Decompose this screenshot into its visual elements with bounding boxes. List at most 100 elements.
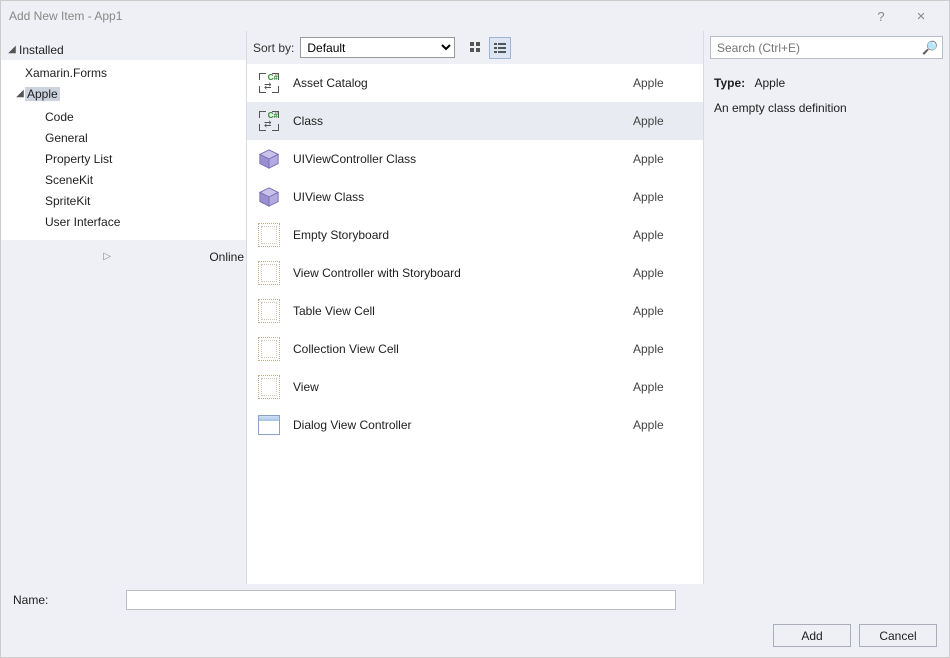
name-row: Name: <box>11 590 939 610</box>
csharp-file-icon: C#⇄ <box>257 71 281 95</box>
view-mode-buttons <box>465 37 511 59</box>
template-row[interactable]: Empty StoryboardApple <box>247 216 703 254</box>
view-list-button[interactable] <box>489 37 511 59</box>
close-button[interactable]: × <box>901 8 941 25</box>
template-name: UIViewController Class <box>285 152 633 166</box>
name-input[interactable] <box>126 590 676 610</box>
tree-node-xamarin-forms[interactable]: Xamarin.Forms <box>1 62 246 83</box>
template-row[interactable]: C#⇄Asset CatalogApple <box>247 64 703 102</box>
details-panel: 🔍 Type: Apple An empty class definition <box>704 31 949 584</box>
type-label: Type: <box>714 76 745 90</box>
tree-label: User Interface <box>43 215 122 229</box>
storyboard-icon <box>258 299 280 323</box>
tree-installed-children: Xamarin.Forms ◢ Apple Code General Prope… <box>1 60 246 240</box>
search-box[interactable]: 🔍 <box>710 36 943 59</box>
template-row[interactable]: View Controller with StoryboardApple <box>247 254 703 292</box>
template-row[interactable]: C#⇄ClassApple <box>247 102 703 140</box>
template-icon <box>253 335 285 363</box>
template-icon <box>253 221 285 249</box>
tree-label: Apple <box>25 87 60 101</box>
storyboard-icon <box>258 375 280 399</box>
template-category: Apple <box>633 190 693 204</box>
type-value: Apple <box>754 76 785 90</box>
template-name: View <box>285 380 633 394</box>
template-category: Apple <box>633 228 693 242</box>
template-category: Apple <box>633 152 693 166</box>
template-name: View Controller with Storyboard <box>285 266 633 280</box>
list-icon <box>493 41 507 55</box>
grid-icon <box>469 41 483 55</box>
template-category: Apple <box>633 418 693 432</box>
template-icon <box>253 411 285 439</box>
template-category: Apple <box>633 380 693 394</box>
add-button-label: Add <box>801 629 822 643</box>
tree-label: SceneKit <box>43 173 95 187</box>
cancel-button-label: Cancel <box>879 629 916 643</box>
storyboard-icon <box>258 223 280 247</box>
titlebar: Add New Item - App1 ? × <box>1 1 949 31</box>
template-row[interactable]: UIViewController ClassApple <box>247 140 703 178</box>
button-row: Add Cancel <box>11 624 939 647</box>
template-row[interactable]: Dialog View ControllerApple <box>247 406 703 444</box>
template-icon <box>253 373 285 401</box>
template-name: Table View Cell <box>285 304 633 318</box>
tree-label: Code <box>43 110 76 124</box>
tree-node-user-interface[interactable]: User Interface <box>1 211 246 232</box>
dialog-footer: Name: Add Cancel <box>1 584 949 657</box>
name-label: Name: <box>11 593 126 607</box>
template-row[interactable]: Table View CellApple <box>247 292 703 330</box>
template-icon: C#⇄ <box>253 107 285 135</box>
dialog-body: ◢ Installed Xamarin.Forms ◢ Apple Code G… <box>1 31 949 584</box>
tree-node-spritekit[interactable]: SpriteKit <box>1 190 246 211</box>
template-category: Apple <box>633 114 693 128</box>
storyboard-icon <box>258 337 280 361</box>
tree-node-general[interactable]: General <box>1 127 246 148</box>
template-panel: Sort by: Default <box>246 31 704 584</box>
window-title: Add New Item - App1 <box>9 9 122 23</box>
tree-node-apple[interactable]: ◢ Apple <box>1 83 246 104</box>
tree-label: Installed <box>17 43 66 57</box>
add-button[interactable]: Add <box>773 624 851 647</box>
template-icon <box>253 259 285 287</box>
chevron-down-icon: ◢ <box>7 44 17 55</box>
search-input[interactable] <box>715 40 922 56</box>
dialog-window-icon <box>258 415 280 435</box>
dialog-window: Add New Item - App1 ? × ◢ Installed Xama… <box>0 0 950 658</box>
template-category: Apple <box>633 304 693 318</box>
template-list[interactable]: C#⇄Asset CatalogAppleC#⇄ClassAppleUIView… <box>247 64 703 584</box>
template-icon <box>253 297 285 325</box>
view-grid-button[interactable] <box>465 37 487 59</box>
tree-node-property-list[interactable]: Property List <box>1 148 246 169</box>
tree-node-scenekit[interactable]: SceneKit <box>1 169 246 190</box>
category-tree: ◢ Installed Xamarin.Forms ◢ Apple Code G… <box>1 31 246 584</box>
tree-node-online[interactable]: ▷ Online <box>1 246 246 267</box>
csharp-file-icon: C#⇄ <box>257 109 281 133</box>
search-wrap: 🔍 <box>704 31 949 64</box>
tree-label: Online <box>207 250 246 264</box>
template-row[interactable]: ViewApple <box>247 368 703 406</box>
search-icon: 🔍 <box>922 40 938 56</box>
tree-label: SpriteKit <box>43 194 92 208</box>
cancel-button[interactable]: Cancel <box>859 624 937 647</box>
template-name: Collection View Cell <box>285 342 633 356</box>
chevron-right-icon: ▷ <box>7 251 207 262</box>
tree-node-installed[interactable]: ◢ Installed <box>1 39 246 60</box>
template-category: Apple <box>633 266 693 280</box>
cube-icon <box>258 186 280 208</box>
type-row: Type: Apple <box>714 74 939 93</box>
sort-by-label: Sort by: <box>253 41 294 55</box>
sort-by-select[interactable]: Default <box>300 37 455 58</box>
template-row[interactable]: UIView ClassApple <box>247 178 703 216</box>
help-button[interactable]: ? <box>861 9 901 24</box>
cube-icon <box>258 148 280 170</box>
template-row[interactable]: Collection View CellApple <box>247 330 703 368</box>
template-category: Apple <box>633 342 693 356</box>
template-name: Dialog View Controller <box>285 418 633 432</box>
template-icon <box>253 145 285 173</box>
template-name: Empty Storyboard <box>285 228 633 242</box>
tree-node-code[interactable]: Code <box>1 106 246 127</box>
storyboard-icon <box>258 261 280 285</box>
template-name: UIView Class <box>285 190 633 204</box>
template-icon <box>253 183 285 211</box>
template-description: Type: Apple An empty class definition <box>704 64 949 128</box>
